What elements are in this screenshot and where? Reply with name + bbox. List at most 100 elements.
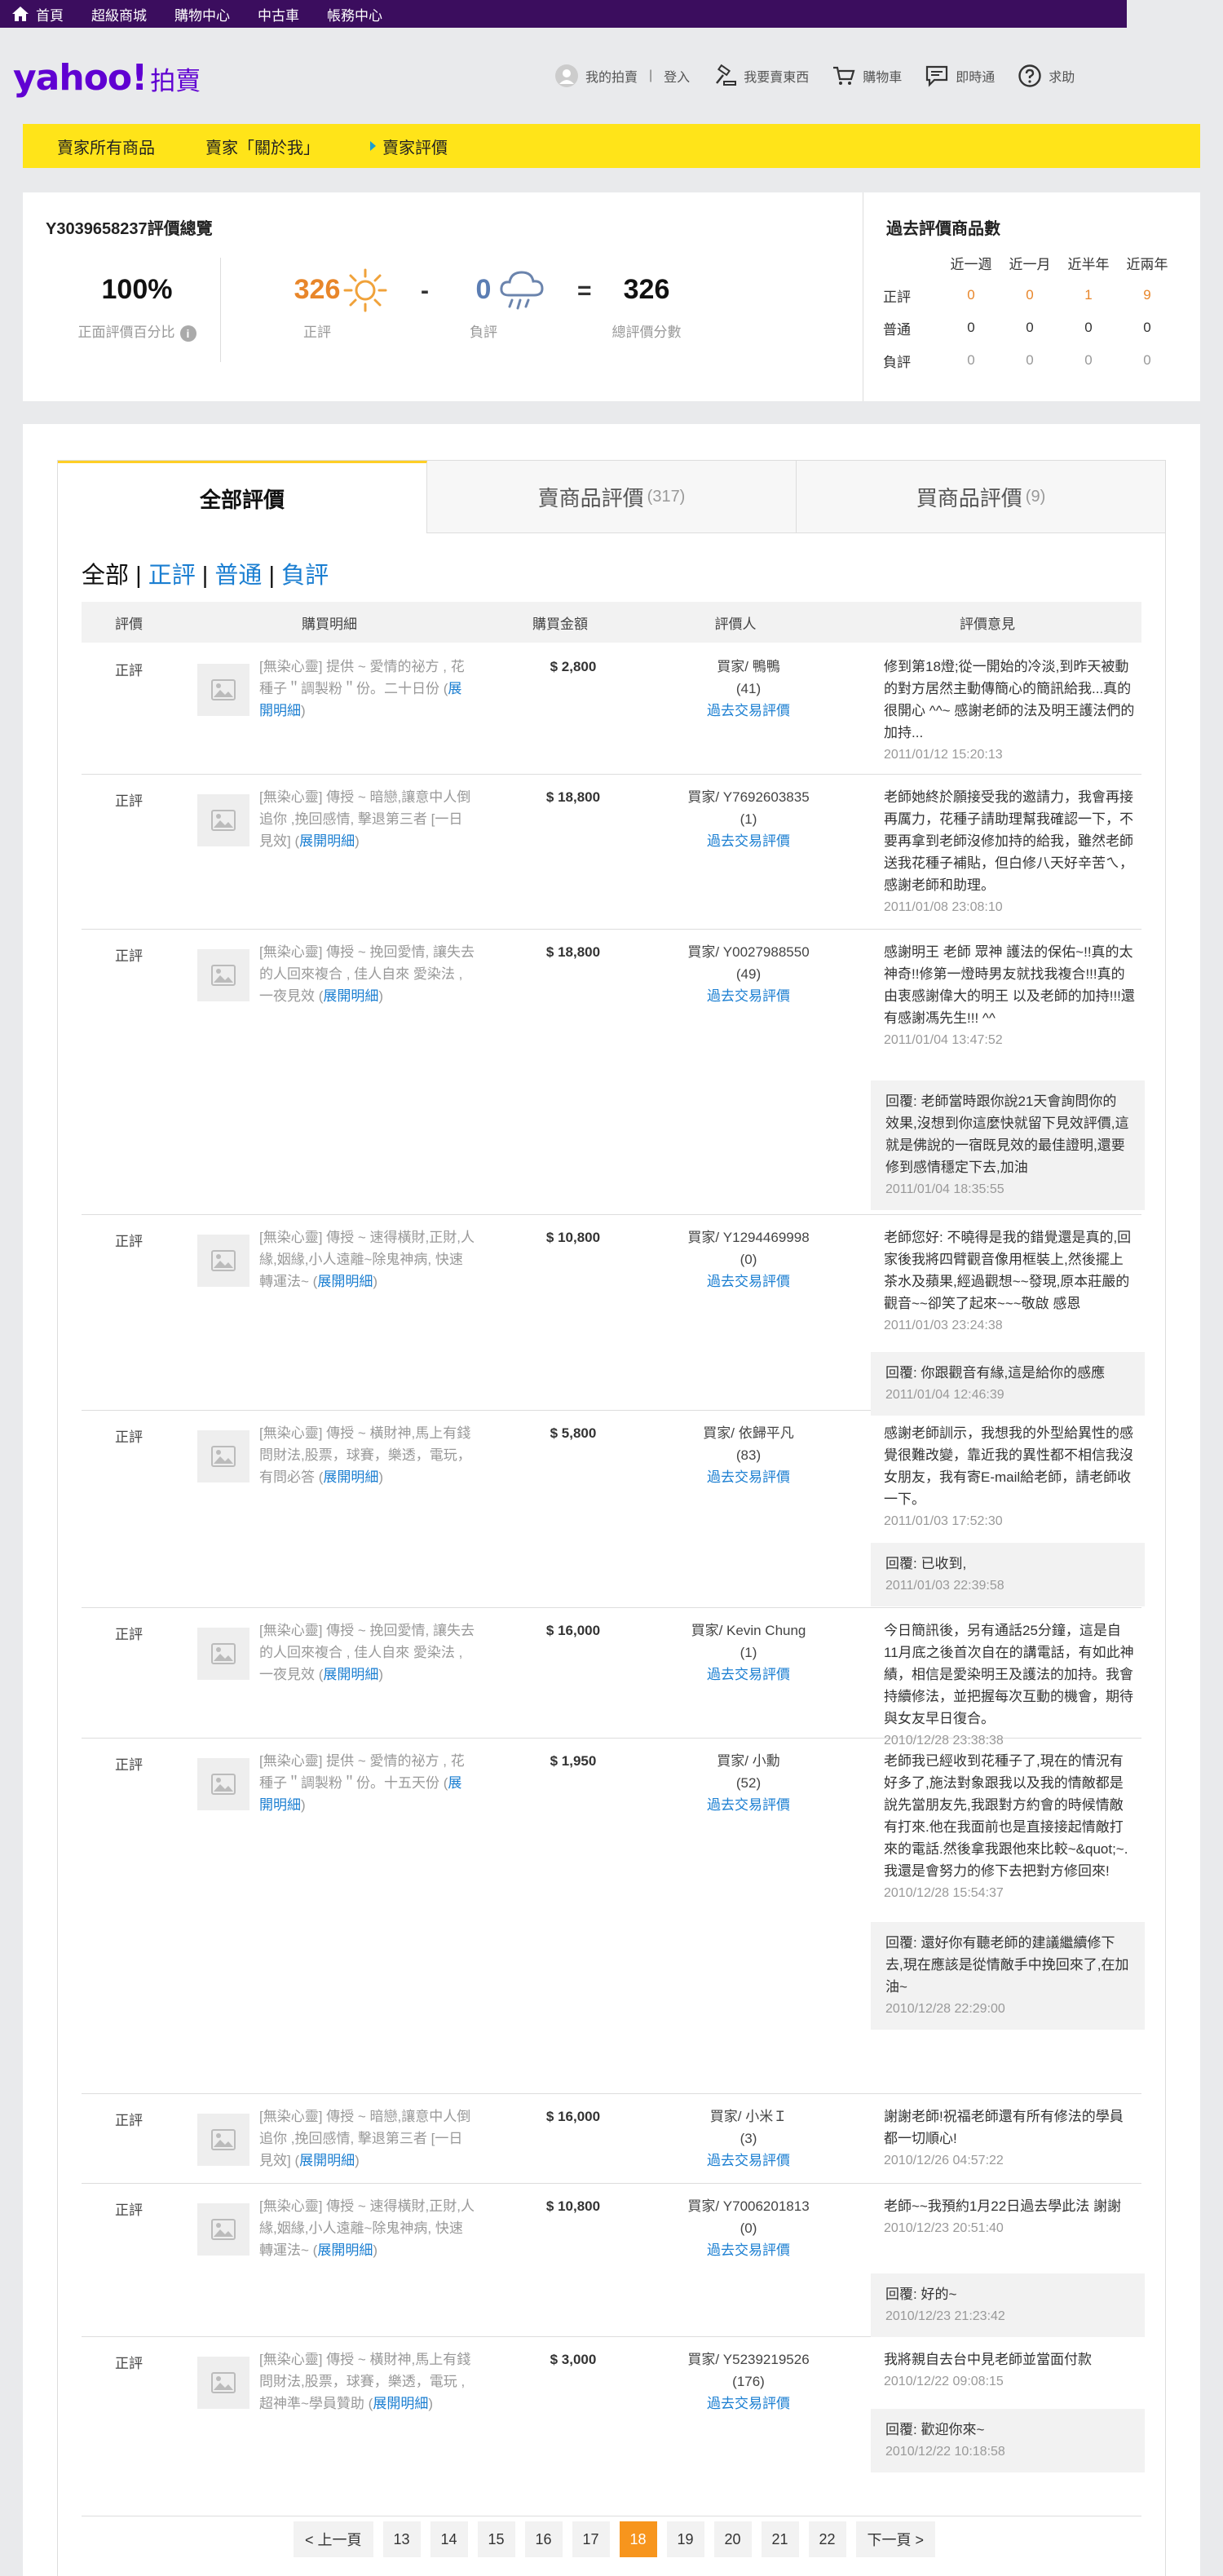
item-title[interactable]: [無染心靈] 提供 ~ 愛情的祕方 , 花種子＂調製粉＂份。二十日份 [259,659,465,696]
rater-name[interactable]: 買家/ Y7692603835 [651,786,846,808]
image-placeholder-icon [211,1446,236,1467]
item-thumbnail[interactable] [197,2357,249,2409]
page-button[interactable]: 22 [808,2521,846,2557]
header-links: 我的拍賣 | 登入 我要賣東西 購物車 即時通 求助 [554,64,1075,88]
rater-name[interactable]: 買家/ 依歸平凡 [651,1422,846,1444]
rater-name[interactable]: 買家/ Kevin Chung [651,1619,846,1641]
next-page-button[interactable]: 下一頁 > [855,2521,936,2557]
rater-name[interactable]: 買家/ Y5239219526 [651,2348,846,2371]
percent-value: 100% [101,274,173,305]
rater-count: (1) [740,1645,757,1660]
past-transactions-link[interactable]: 過去交易評價 [707,1469,790,1485]
expand-details-link[interactable]: 展開明細 [317,2242,373,2258]
comment-text: 老師~~我預約1月22日過去學此法 謝謝 [884,2198,1121,2214]
rater-name[interactable]: 買家/ Y0027988550 [651,941,846,963]
past-transactions-link[interactable]: 過去交易評價 [707,703,790,718]
page-button[interactable]: 14 [430,2521,468,2557]
past-ratings-panel: 過去評價商品數 近一週 近一月 近半年 近兩年 正評 0 0 1 9 普通 0 … [863,192,1200,401]
divider [220,258,221,362]
expand-details-link[interactable]: 展開明細 [299,833,355,849]
comment-text: 老師您好: 不曉得是我的錯覺還是真的,回家後我將四臂觀音像用框裝上,然後擺上茶水… [884,1230,1132,1311]
item-thumbnail[interactable] [197,1758,249,1810]
item-title[interactable]: [無染心靈] 傳授 ~ 暗戀,讓意中人倒追你 ,挽回感情, 擊退第三者 [一日見… [259,789,470,849]
topnav-used-cars[interactable]: 中古車 [258,4,299,24]
page-button[interactable]: 16 [524,2521,563,2557]
expand-details-link[interactable]: 展開明細 [317,1274,373,1289]
past-ratings-title: 過去評價商品數 [886,220,1000,238]
topnav-billing[interactable]: 帳務中心 [327,4,382,24]
expand-details-link[interactable]: 展開明細 [323,988,378,1004]
past-cell[interactable]: 9 [1118,279,1177,312]
comment-text: 老師她終於願接受我的邀請力，我會再接再厲力，花種子請助理幫我確認一下，不要再拿到… [884,789,1133,893]
item-title[interactable]: [無染心靈] 傳授 ~ 橫財神,馬上有錢問財法,股票，球賽，樂透，電玩 ,超神準… [259,2352,470,2411]
item-thumbnail[interactable] [197,949,249,1001]
percent-label-row: 正面評價百分比 i [55,320,219,342]
topnav-home[interactable]: 首頁 [11,4,64,24]
breadcrumb-all-items[interactable]: 賣家所有商品 [57,135,155,158]
topnav-shopping[interactable]: 購物中心 [174,4,230,24]
row-description: [無染心靈] 傳授 ~ 速得橫財,正財,人緣,姻緣,小人遠離~除鬼神病, 快速轉… [259,1230,475,1289]
past-transactions-link[interactable]: 過去交易評價 [707,1274,790,1289]
reply-text: 回覆: 你跟觀音有緣,這是給你的感應 [885,1365,1106,1381]
past-transactions-link[interactable]: 過去交易評價 [707,2396,790,2411]
past-cell[interactable]: 1 [1059,279,1118,312]
tab-buying-ratings[interactable]: 買商品評價 (9) [797,461,1165,533]
past-transactions-link[interactable]: 過去交易評價 [707,988,790,1004]
item-thumbnail[interactable] [197,2114,249,2166]
page-button[interactable]: 17 [572,2521,610,2557]
item-thumbnail[interactable] [197,794,249,846]
past-cell: 0 [1084,320,1093,335]
col-rating: 評價 [115,616,143,632]
sell-link[interactable]: 我要賣東西 [713,64,809,88]
help-link[interactable]: 求助 [1018,64,1075,88]
item-thumbnail[interactable] [197,664,249,716]
filter-positive[interactable]: 正評 [148,563,196,589]
item-thumbnail[interactable] [197,2203,249,2256]
info-icon[interactable]: i [179,325,196,342]
page-button[interactable]: 19 [666,2521,704,2557]
expand-details-link[interactable]: 展開明細 [373,2396,428,2411]
past-transactions-link[interactable]: 過去交易評價 [707,833,790,849]
row-rating: 正評 [115,1429,143,1445]
item-thumbnail[interactable] [197,1628,249,1680]
login-link[interactable]: 登入 [664,66,690,86]
rater-name[interactable]: 買家/ 小勳 [651,1750,846,1772]
tab-all-ratings[interactable]: 全部評價 [58,461,427,533]
expand-details-link[interactable]: 展開明細 [323,1667,378,1682]
past-cell: 0 [1026,287,1034,303]
past-transactions-link[interactable]: 過去交易評價 [707,2242,790,2258]
past-header-week: 近一週 [950,256,992,272]
item-thumbnail[interactable] [197,1430,249,1482]
item-thumbnail[interactable] [197,1235,249,1287]
page-button[interactable]: 13 [382,2521,421,2557]
rater-name[interactable]: 買家/ 鴨鴨 [651,656,846,678]
reply-date: 2010/12/23 21:23:42 [885,2309,1005,2323]
chat-link[interactable]: 即時通 [925,64,995,88]
tab-selling-ratings[interactable]: 賣商品評價 (317) [427,461,797,533]
filter-negative[interactable]: 負評 [281,563,329,589]
cart-link[interactable]: 購物車 [832,64,902,88]
past-transactions-link[interactable]: 過去交易評價 [707,1667,790,1682]
rater-name[interactable]: 買家/ Y1294469998 [651,1226,846,1248]
my-auction-link[interactable]: 我的拍賣 [585,66,638,86]
expand-details-link[interactable]: 展開明細 [299,2153,355,2168]
page-button[interactable]: 21 [761,2521,799,2557]
item-title[interactable]: [無染心靈] 提供 ~ 愛情的祕方 , 花種子＂調製粉＂份。十五天份 [259,1753,465,1791]
yahoo-auction-logo[interactable]: yahoo! 拍賣 [13,57,201,99]
expand-details-link[interactable]: 展開明細 [323,1469,378,1485]
help-icon [1018,64,1041,87]
page-button[interactable]: 15 [477,2521,515,2557]
topnav-mall[interactable]: 超級商城 [91,4,147,24]
page-button[interactable]: 20 [713,2521,752,2557]
past-transactions-link[interactable]: 過去交易評價 [707,2153,790,2168]
rater-name[interactable]: 買家/ 小米Ｉ [651,2105,846,2128]
past-header-halfyear: 近半年 [1067,256,1110,272]
rater-name[interactable]: 買家/ Y7006201813 [651,2195,846,2217]
past-transactions-link[interactable]: 過去交易評價 [707,1797,790,1813]
item-title[interactable]: [無染心靈] 傳授 ~ 暗戀,讓意中人倒追你 ,挽回感情, 擊退第三者 [一日見… [259,2109,470,2168]
breadcrumb-about-seller[interactable]: 賣家「關於我」 [205,135,320,158]
page-button[interactable]: 18 [619,2521,657,2557]
filter-neutral[interactable]: 普通 [214,563,262,589]
filter-all[interactable]: 全部 [82,563,129,589]
prev-page-button[interactable]: < 上一頁 [294,2521,373,2557]
